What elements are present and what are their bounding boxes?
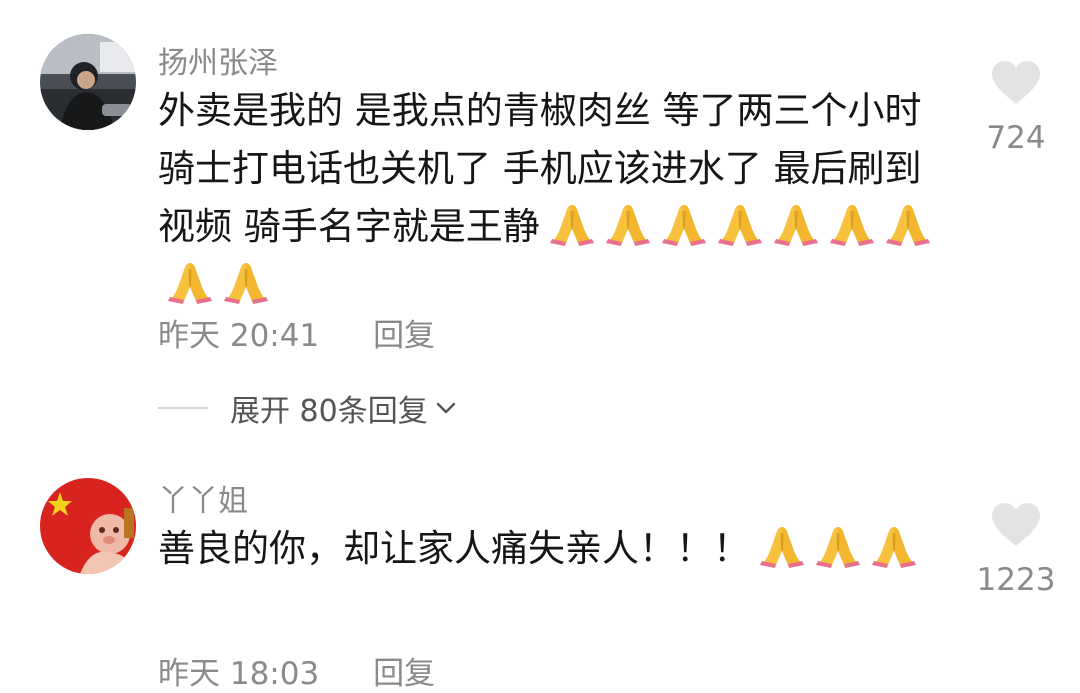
comment-item: 扬州张泽 外卖是我的 是我点的青椒肉丝 等了两三个小时 骑士打电话也关机了 手机…	[0, 0, 1080, 380]
user-avatar[interactable]	[40, 478, 136, 574]
comment-meta: 昨天 20:41 回复	[158, 310, 435, 355]
folded-hands-emoji-icon	[814, 521, 862, 569]
like-control[interactable]: 724	[966, 60, 1066, 156]
avatar-flag-photo-icon	[40, 478, 136, 574]
folded-hands-emoji-icon	[828, 199, 876, 247]
folded-hands-emoji-icon	[870, 521, 918, 569]
comment-meta: 昨天 18:03 回复	[158, 648, 435, 693]
folded-hands-emoji-icon	[166, 257, 214, 305]
user-avatar[interactable]	[40, 34, 136, 130]
like-count: 724	[986, 120, 1046, 156]
reply-button[interactable]: 回复	[373, 656, 435, 692]
avatar-photo-icon	[40, 34, 136, 130]
folded-hands-emoji-icon	[884, 199, 932, 247]
heart-icon[interactable]	[990, 502, 1042, 548]
comment-author[interactable]: 扬州张泽	[158, 38, 278, 82]
comment-text: 外卖是我的 是我点的青椒肉丝 等了两三个小时 骑士打电话也关机了 手机应该进水了…	[158, 82, 948, 314]
chevron-down-icon	[436, 402, 455, 414]
like-count: 1223	[976, 562, 1056, 598]
reply-button[interactable]: 回复	[373, 318, 435, 354]
heart-icon[interactable]	[990, 60, 1042, 106]
folded-hands-emoji-icon	[716, 199, 764, 247]
comment-timestamp: 昨天 18:03	[158, 656, 320, 692]
expand-replies-button[interactable]: 展开 80条回复	[158, 388, 458, 429]
comment-timestamp: 昨天 20:41	[158, 318, 320, 354]
comment-text: 善良的你，却让家人痛失亲人！！！	[158, 520, 918, 578]
comment-text-content: 善良的你，却让家人痛失亲人！！！	[158, 527, 750, 570]
folded-hands-emoji-icon	[758, 521, 806, 569]
emoji-row	[750, 527, 918, 570]
folded-hands-emoji-icon	[222, 257, 270, 305]
divider-line	[158, 407, 208, 409]
folded-hands-emoji-icon	[772, 199, 820, 247]
expand-replies-label: 展开 80条回复	[230, 394, 428, 429]
folded-hands-emoji-icon	[660, 199, 708, 247]
folded-hands-emoji-icon	[548, 199, 596, 247]
folded-hands-emoji-icon	[604, 199, 652, 247]
comment-author[interactable]: 丫丫姐	[158, 476, 248, 520]
like-control[interactable]: 1223	[966, 502, 1066, 598]
